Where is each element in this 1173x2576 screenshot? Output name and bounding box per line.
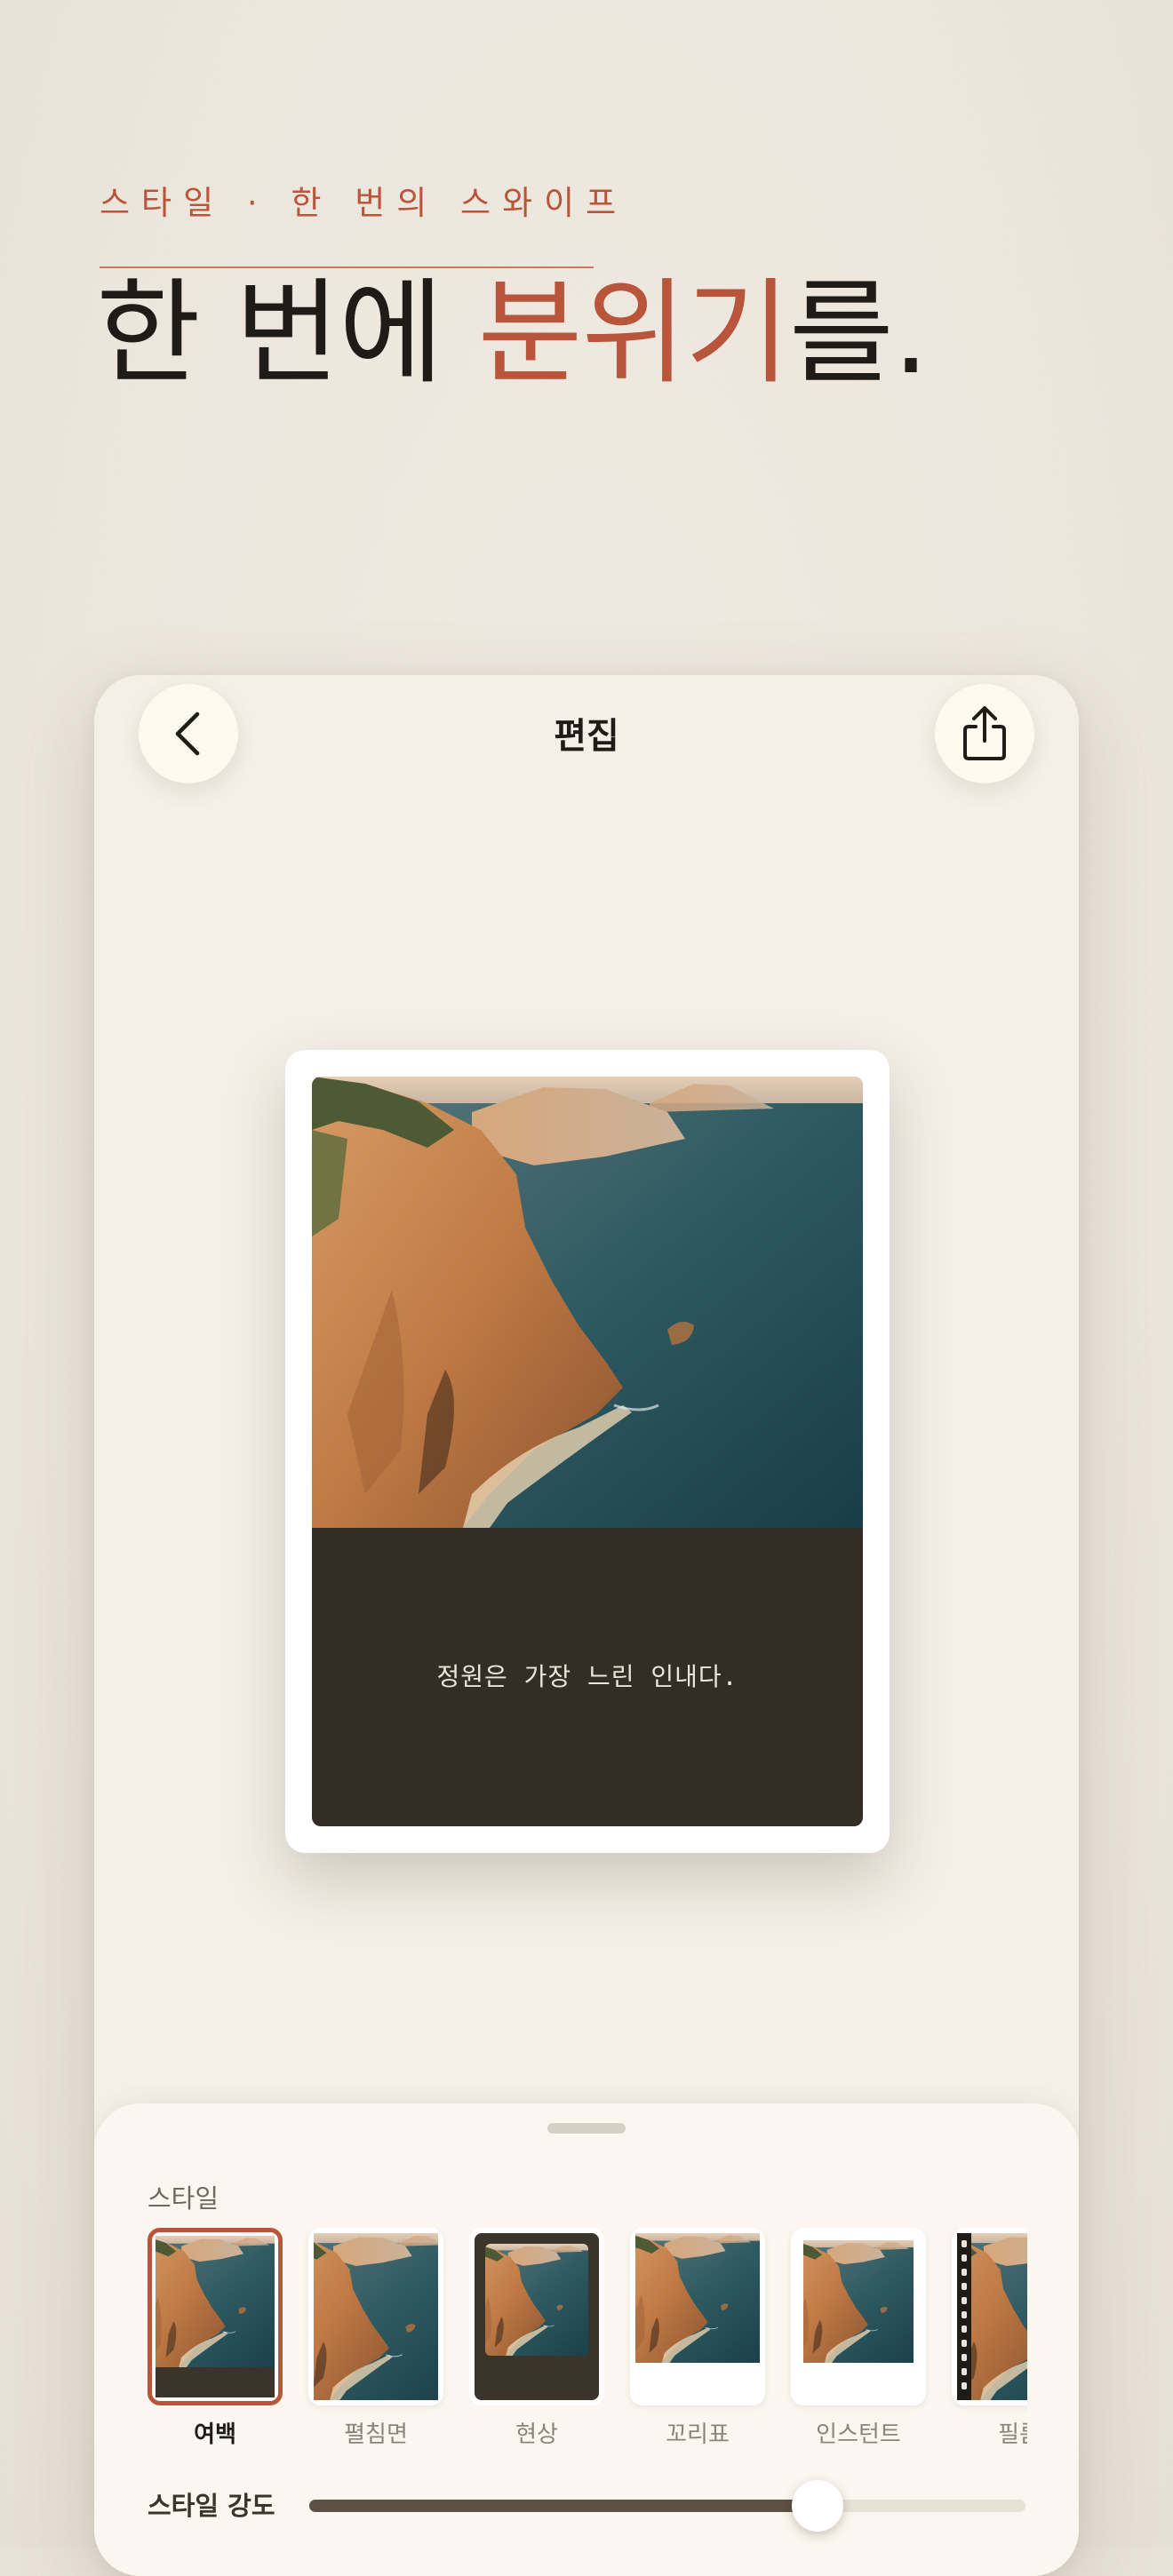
style-thumbnail — [630, 2228, 765, 2405]
intensity-slider[interactable] — [309, 2480, 1025, 2532]
sheet-grabber[interactable] — [547, 2123, 626, 2134]
card-caption: 정원은 가장 느린 인내다. — [436, 1662, 738, 1691]
style-thumbnail — [308, 2228, 443, 2405]
share-icon — [963, 706, 1006, 760]
style-name: 여백 — [194, 2421, 236, 2448]
style-section-label: 스타일 — [148, 2183, 219, 2214]
editor-screen: 편집 정원은 가장 느린 인내다. 스타일 여백 펼침면 현상 꼬리표 인스턴트… — [94, 675, 1079, 2576]
style-option-film[interactable]: 필름 — [952, 2228, 1027, 2449]
style-option-spread[interactable]: 펼침면 — [308, 2228, 443, 2449]
card-photo — [312, 1077, 863, 1528]
headline-part-1: 한 번에 — [96, 267, 478, 400]
style-option-tag[interactable]: 꼬리표 — [630, 2228, 765, 2449]
share-button[interactable] — [935, 684, 1034, 783]
style-option-instant[interactable]: 인스턴트 — [791, 2228, 926, 2449]
style-option-margin[interactable]: 여백 — [148, 2228, 283, 2449]
headline-part-2: 를. — [788, 267, 929, 400]
style-name: 꼬리표 — [666, 2421, 730, 2448]
photo-card-preview[interactable]: 정원은 가장 느린 인내다. — [285, 1050, 890, 1853]
card-caption-panel[interactable]: 정원은 가장 느린 인내다. — [312, 1528, 863, 1826]
style-thumbnail — [952, 2228, 1027, 2405]
style-option-develop[interactable]: 현상 — [469, 2228, 604, 2449]
intensity-label: 스타일 강도 — [148, 2491, 275, 2521]
style-name: 펼침면 — [344, 2421, 408, 2448]
style-name: 현상 — [515, 2421, 558, 2448]
style-carousel[interactable]: 여백 펼침면 현상 꼬리표 인스턴트 필 — [148, 2228, 1027, 2450]
hero-headline: 한 번에 분위기를. — [96, 263, 929, 405]
headline-accent: 분위기 — [477, 267, 790, 400]
slider-fill — [309, 2500, 818, 2512]
style-name: 인스턴트 — [816, 2421, 901, 2448]
style-thumbnail — [791, 2228, 926, 2405]
style-name: 필름 — [998, 2421, 1027, 2448]
style-sheet: 스타일 여백 펼침면 현상 꼬리표 인스턴트 필 스타일 강도 — [94, 2103, 1079, 2576]
style-thumbnail — [469, 2228, 604, 2405]
eyebrow-text: 스타일 · 한 번의 스와이프 — [100, 184, 628, 222]
page-title: 편집 — [554, 716, 619, 757]
style-thumbnail — [148, 2228, 283, 2405]
slider-thumb[interactable] — [792, 2480, 844, 2532]
